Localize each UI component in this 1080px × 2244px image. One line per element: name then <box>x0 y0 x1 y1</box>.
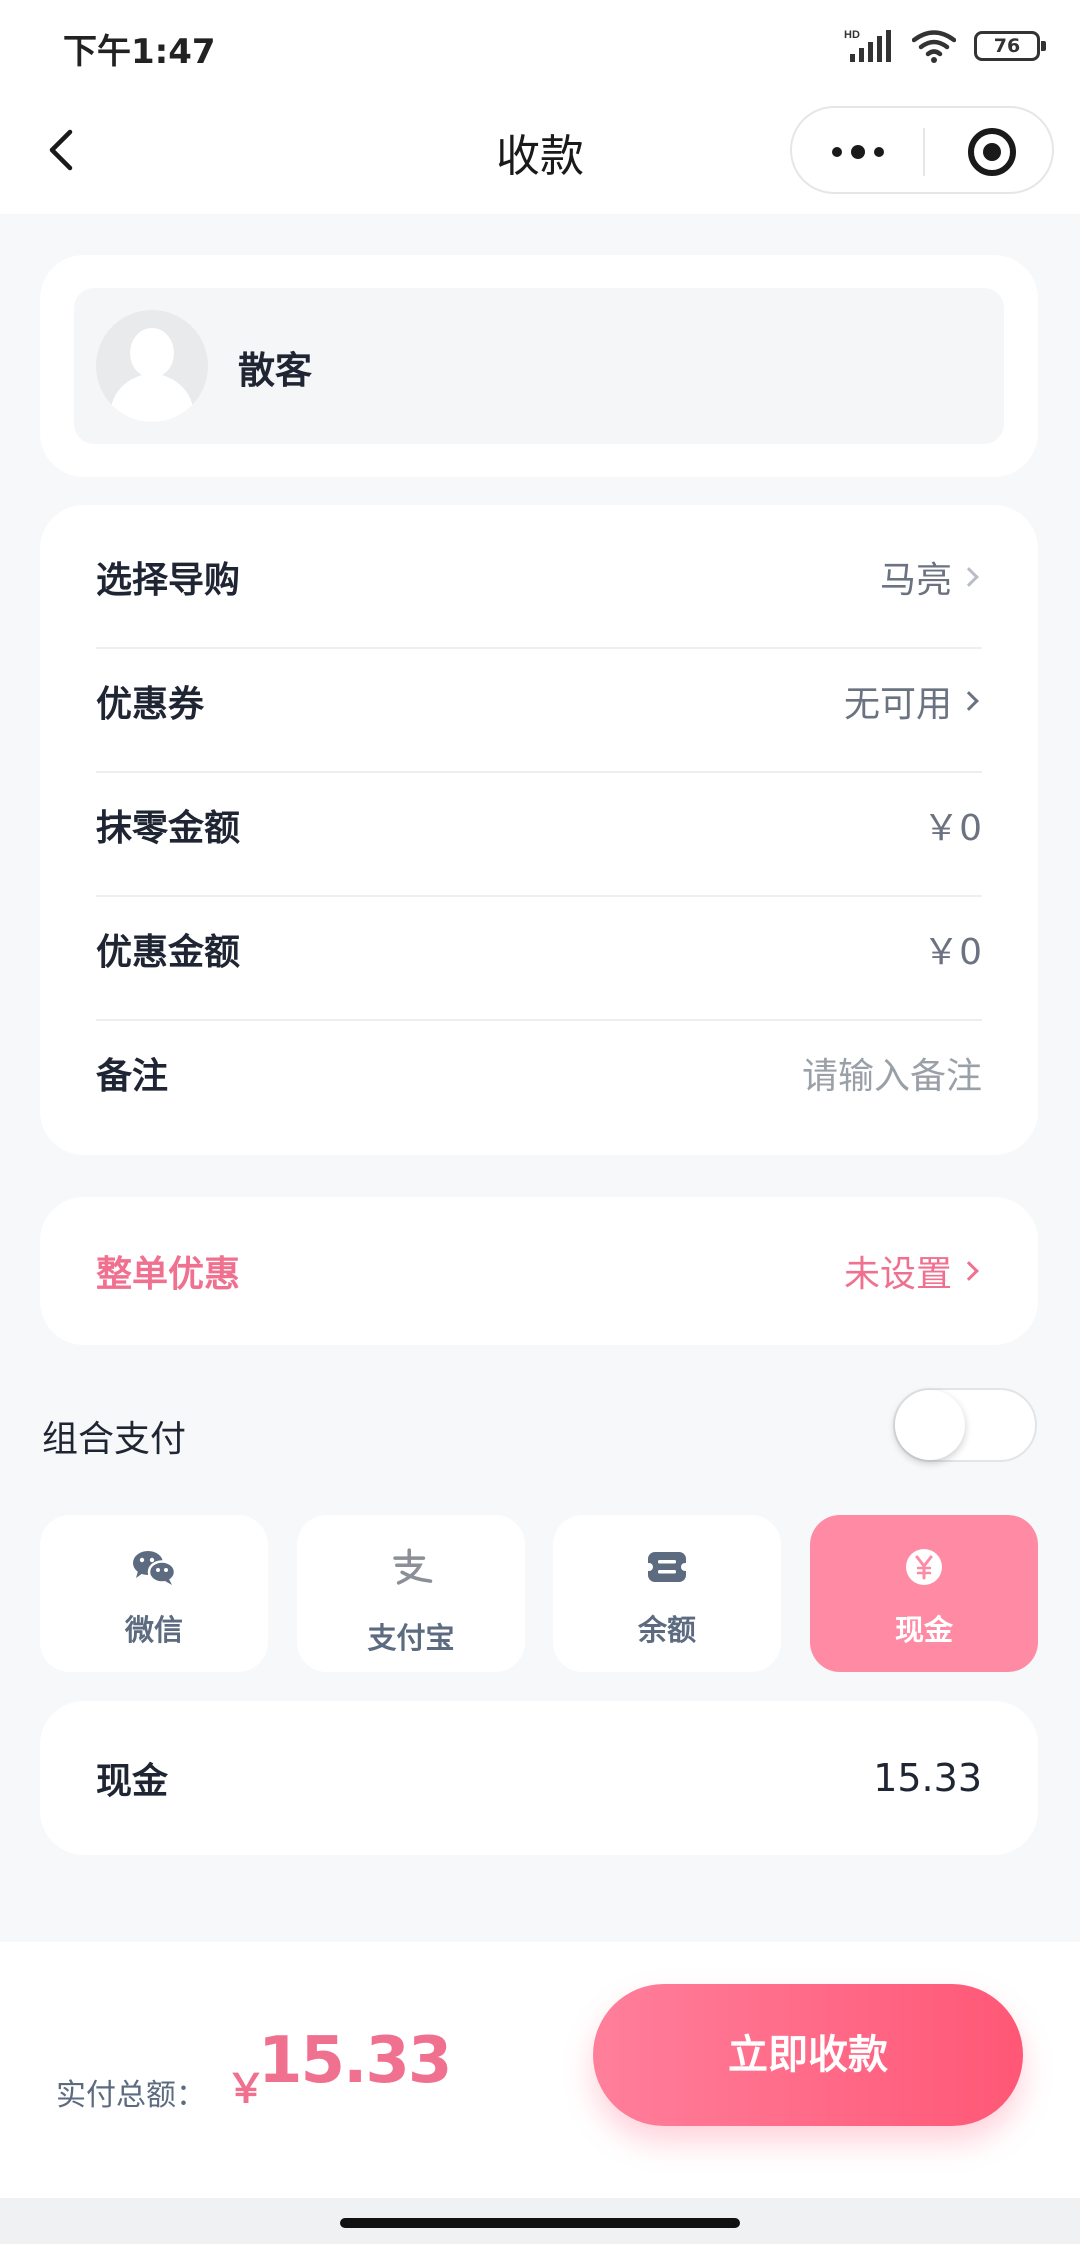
row-value: 马亮 <box>880 551 982 603</box>
whole-order-discount-row[interactable]: 整单优惠 未设置 <box>40 1197 1038 1345</box>
row-label: 优惠券 <box>96 684 205 725</box>
nav-bar: 收款 <box>0 90 1080 214</box>
row-select-guide[interactable]: 选择导购 马亮 <box>96 525 982 649</box>
svg-text:HD: HD <box>844 29 860 41</box>
round-off-amount: ￥0 <box>923 808 982 849</box>
total-amount: 15.33 <box>258 2024 452 2098</box>
customer-selector[interactable]: 散客 <box>74 288 1004 444</box>
discount-label: 整单优惠 <box>96 1254 241 1295</box>
pay-label: 微信 <box>124 1613 183 1647</box>
chevron-right-icon <box>959 691 979 711</box>
row-value: ￥0 <box>923 923 982 975</box>
discount-status: 未设置 <box>843 1254 952 1295</box>
wechat-icon <box>131 1545 177 1589</box>
payment-methods: 微信 支付宝 余额 现金 <box>40 1515 1038 1672</box>
pay-label: 现金 <box>894 1613 953 1647</box>
capsule-divider <box>923 128 925 176</box>
order-info-card: 选择导购 马亮 优惠券 无可用 抹零金额 ￥0 优惠金额 ￥0 备注 请输入备注 <box>40 505 1038 1155</box>
avatar-head-shape <box>130 328 174 378</box>
toggle-knob <box>895 1390 965 1460</box>
battery-level: 76 <box>993 35 1021 57</box>
collect-payment-button[interactable]: 立即收款 <box>593 1984 1023 2126</box>
row-label: 备注 <box>96 1056 169 1097</box>
row-coupon[interactable]: 优惠券 无可用 <box>96 649 982 773</box>
wifi-icon <box>912 30 956 63</box>
row-label: 优惠金额 <box>96 932 241 973</box>
chevron-right-icon <box>959 567 979 587</box>
pay-label: 余额 <box>637 1613 696 1647</box>
row-value: 无可用 <box>844 675 982 727</box>
home-indicator[interactable] <box>340 2218 740 2228</box>
row-label: 抹零金额 <box>96 808 241 849</box>
avatar <box>96 310 208 422</box>
pay-method-alipay[interactable]: 支付宝 <box>297 1515 525 1672</box>
more-button[interactable] <box>792 108 923 196</box>
customer-card: 散客 <box>40 255 1038 477</box>
combo-pay-toggle[interactable] <box>893 1388 1037 1462</box>
remark-input[interactable]: 请输入备注 <box>802 1047 982 1099</box>
guide-name: 马亮 <box>879 560 952 601</box>
close-program-button[interactable] <box>968 128 1016 176</box>
pay-method-cash[interactable]: 现金 <box>810 1515 1038 1672</box>
chevron-right-icon <box>959 1261 979 1281</box>
coupon-status: 无可用 <box>843 684 952 725</box>
status-bar: 下午1:47 HD 76 <box>0 0 1080 90</box>
pay-label: 支付宝 <box>367 1621 455 1655</box>
row-label: 选择导购 <box>96 560 241 601</box>
battery-icon: 76 <box>974 31 1046 61</box>
pay-method-wechat[interactable]: 微信 <box>40 1515 268 1672</box>
row-remark: 备注 请输入备注 <box>96 1021 982 1145</box>
cash-amount-row: 现金 15.33 <box>40 1701 1038 1855</box>
combo-pay-label: 组合支付 <box>42 1419 187 1460</box>
yuan-coin-icon <box>901 1545 947 1589</box>
row-value: ￥0 <box>923 799 982 851</box>
customer-name: 散客 <box>238 349 312 392</box>
checkout-bar: 实付总额： ￥ 15.33 立即收款 <box>0 1942 1080 2198</box>
remark-placeholder: 请输入备注 <box>801 1056 982 1097</box>
alipay-icon <box>388 1545 434 1589</box>
cash-amount-input[interactable]: 15.33 <box>873 1756 982 1800</box>
signal-icon: HD <box>844 29 891 62</box>
discount-value: 未设置 <box>844 1245 982 1297</box>
status-icons: HD 76 <box>844 26 1046 66</box>
row-round-off: 抹零金额 ￥0 <box>96 773 982 897</box>
row-discount-amount: 优惠金额 ￥0 <box>96 897 982 1021</box>
home-indicator-area <box>0 2198 1080 2244</box>
discount-amount: ￥0 <box>923 932 982 973</box>
avatar-body-shape <box>110 374 194 422</box>
mini-program-capsule <box>790 106 1054 194</box>
cash-label: 现金 <box>96 1761 169 1802</box>
more-dot-icon <box>831 147 842 157</box>
pay-method-balance[interactable]: 余额 <box>553 1515 781 1672</box>
more-dot-icon <box>873 147 884 157</box>
total-label: 实付总额： <box>56 2078 206 2113</box>
wallet-icon <box>644 1545 690 1589</box>
more-dot-icon <box>850 145 865 159</box>
status-time: 下午1:47 <box>63 32 216 72</box>
